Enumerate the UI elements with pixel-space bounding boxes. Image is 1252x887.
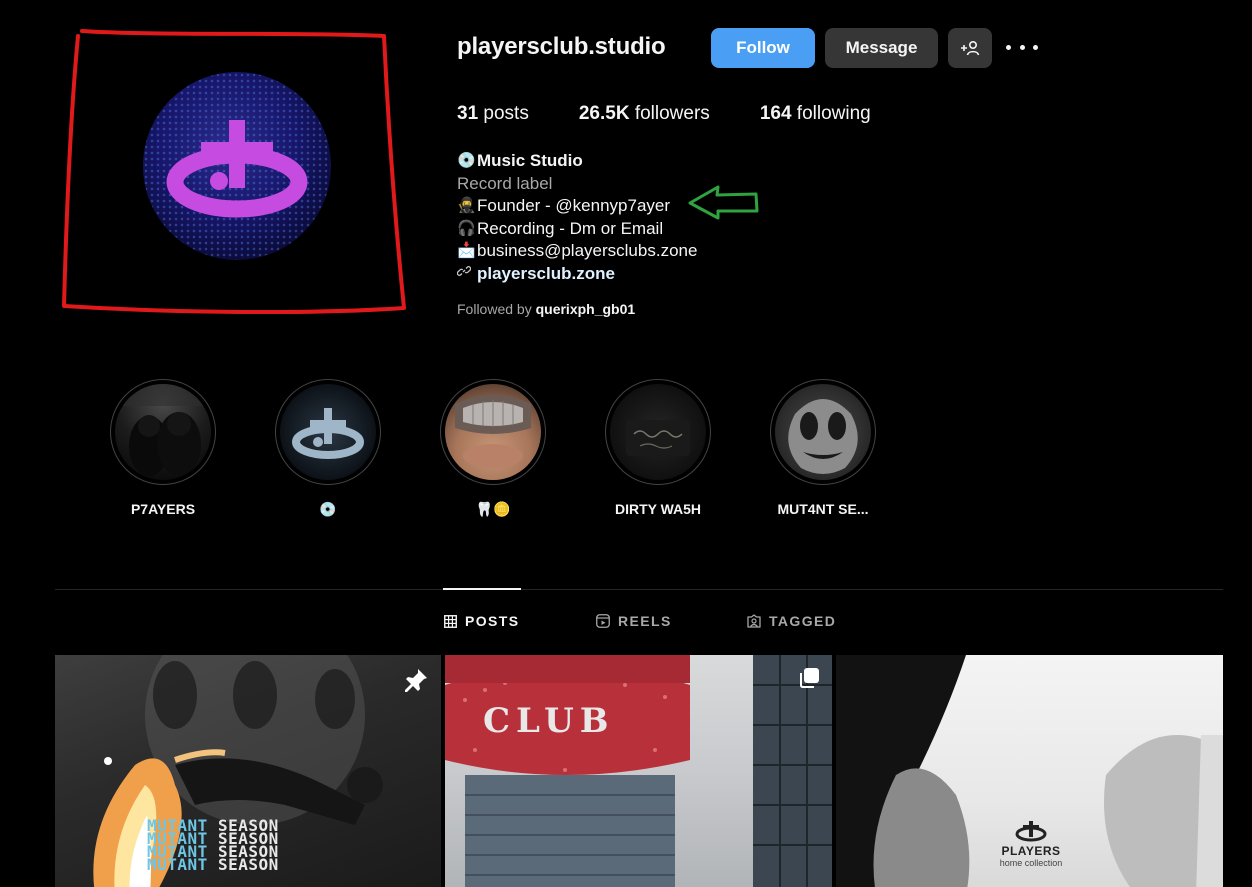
players-logo-icon (1015, 821, 1047, 842)
players-logo-sub: home collection (999, 858, 1063, 868)
followed-by-user[interactable]: querixph_gb01 (536, 301, 636, 317)
suggested-users-button[interactable] (948, 28, 992, 68)
profile-avatar[interactable] (143, 72, 331, 260)
highlight-cover-mutant-season (775, 384, 871, 480)
players-club-logo-icon (166, 120, 308, 218)
tab-posts-label: POSTS (465, 613, 520, 629)
bio-founder-line: 🥷 Founder - @kennyp7ayer (457, 195, 697, 218)
link-icon (456, 263, 477, 286)
bio-category: Record label (457, 173, 553, 193)
tab-reels[interactable]: REELS (596, 613, 672, 629)
highlight-ring (110, 379, 216, 485)
bio-email-line: 📩 business@playersclubs.zone (457, 240, 697, 263)
multiple-posts-icon (798, 667, 820, 694)
highlight-cover-p7ayers (115, 384, 211, 480)
green-arrow-annotation (688, 185, 759, 220)
bio-website-link[interactable]: playersclub.zone (477, 263, 615, 286)
highlight-label: P7AYERS (130, 501, 196, 517)
profile-bio: 💿 Music Studio Record label 🥷 Founder - … (456, 150, 697, 286)
add-user-icon (961, 40, 980, 56)
pin-icon (403, 667, 429, 698)
club-sign-text: CLUB (483, 701, 615, 741)
tab-tagged[interactable]: TAGGED (747, 613, 836, 629)
grid-icon (444, 614, 457, 628)
highlight-label: 💿 (319, 501, 337, 517)
active-tab-indicator (443, 588, 521, 590)
story-highlight-dirty-wash[interactable]: DIRTY WA5H (605, 379, 711, 517)
ninja-emoji-icon: 🥷 (457, 197, 476, 215)
tab-posts[interactable]: POSTS (444, 613, 519, 629)
bio-name-line: 💿 Music Studio (457, 150, 697, 173)
headphones-emoji-icon: 🎧 (457, 219, 476, 237)
players-logo-word: PLAYERS (1001, 844, 1061, 858)
highlight-ring (275, 379, 381, 485)
highlight-cover-dirty-wash (610, 384, 706, 480)
profile-stats: 31 posts 26.5K followers 164 following (457, 103, 921, 125)
highlight-cover-disc (280, 384, 376, 480)
story-highlight-p7ayers[interactable]: P7AYERS (110, 379, 216, 517)
highlight-ring (770, 379, 876, 485)
bio-email-text: business@playersclubs.zone (477, 241, 698, 261)
follow-button[interactable]: Follow (711, 28, 815, 68)
highlight-cover-grillz (445, 384, 541, 480)
story-highlight-mutant-season[interactable]: MUT4NT SE... (770, 379, 876, 517)
tabs-divider (55, 589, 1223, 590)
highlight-ring (605, 379, 711, 485)
bio-recording-line: 🎧 Recording - Dm or Email (457, 218, 697, 241)
bio-recording-text: Recording - Dm or Email (477, 218, 664, 238)
highlight-ring (440, 379, 546, 485)
more-options-icon[interactable] (1006, 37, 1038, 57)
story-highlight-grillz[interactable]: 🦷🪙 (440, 379, 546, 517)
post-image-club-sign (445, 655, 832, 887)
story-highlight-disc[interactable]: 💿 (275, 379, 381, 517)
bio-founder-text[interactable]: Founder - @kennyp7ayer (477, 195, 670, 218)
tab-reels-label: REELS (618, 613, 672, 629)
highlight-label: DIRTY WA5H (614, 501, 702, 517)
highlight-label: 🦷🪙 (475, 501, 511, 517)
avatar-image (143, 72, 331, 260)
tagged-icon (747, 614, 761, 628)
posts-count[interactable]: 31 posts (457, 103, 529, 125)
disc-emoji-icon: 💿 (457, 152, 476, 169)
message-button[interactable]: Message (825, 28, 938, 68)
profile-username: playersclub.studio (457, 33, 666, 60)
post-tile-club-sign[interactable]: CLUB (445, 655, 832, 887)
followed-by[interactable]: Followed by querixph_gb01 (457, 301, 635, 317)
players-home-logo: PLAYERS home collection (986, 820, 1076, 868)
envelope-emoji-icon: 📩 (457, 242, 476, 260)
highlight-label: MUT4NT SE... (777, 501, 869, 517)
following-count[interactable]: 164 following (760, 103, 871, 125)
followed-by-prefix: Followed by (457, 301, 532, 317)
post-tile-mutant-season[interactable]: MUTANT SEASON MUTANT SEASON MUTANT SEASO… (55, 655, 441, 887)
bio-name: Music Studio (477, 151, 583, 170)
followers-count[interactable]: 26.5K followers (579, 103, 710, 125)
tab-tagged-label: TAGGED (769, 613, 837, 629)
mutant-season-text: MUTANT SEASON MUTANT SEASON MUTANT SEASO… (147, 816, 279, 874)
bio-link-line: playersclub.zone (456, 263, 697, 286)
bio-category-line: Record label (457, 173, 697, 196)
reels-icon (596, 614, 610, 628)
post-tile-home-collection[interactable]: PLAYERS home collection (836, 655, 1223, 887)
